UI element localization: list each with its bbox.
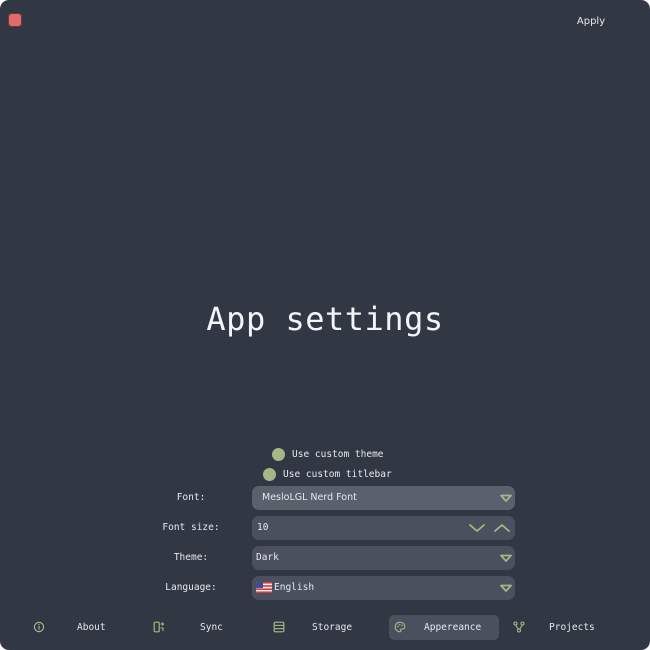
dropdown-triangle-icon [500, 494, 512, 502]
custom-titlebar-label: Use custom titlebar [283, 468, 392, 480]
chevron-down-icon[interactable] [468, 520, 486, 536]
tab-label: Sync [200, 622, 223, 633]
tab-projects[interactable]: Projects [508, 615, 618, 640]
font-value: MesloLGL Nerd Font [262, 492, 357, 503]
toggle-dot-icon [263, 467, 276, 481]
language-value: English [274, 582, 315, 593]
font-size-label: Font size: [162, 522, 220, 533]
sync-icon [153, 621, 165, 633]
page-title: App settings [206, 300, 444, 338]
info-icon [33, 621, 45, 633]
toggle-dot-icon [272, 447, 285, 461]
us-flag-icon [256, 582, 272, 593]
tab-label: Projects [549, 622, 595, 633]
tab-label: Storage [312, 622, 353, 633]
custom-theme-toggle[interactable]: Use custom theme [272, 447, 384, 461]
tab-label: Appereance [424, 622, 482, 633]
language-label: Language: [165, 582, 217, 593]
palette-icon [394, 621, 406, 633]
storage-icon [273, 621, 285, 633]
chevron-up-icon[interactable] [493, 520, 511, 536]
tab-about[interactable]: About [28, 615, 128, 640]
custom-titlebar-toggle[interactable]: Use custom titlebar [263, 467, 392, 481]
custom-theme-label: Use custom theme [292, 448, 384, 460]
theme-label: Theme: [173, 552, 209, 563]
dropdown-triangle-icon [500, 554, 512, 562]
tab-label: About [77, 622, 106, 633]
close-icon[interactable] [8, 13, 22, 27]
dropdown-triangle-icon [500, 584, 512, 592]
font-size-stepper[interactable]: 10 [252, 516, 515, 540]
theme-select[interactable]: Dark [252, 546, 515, 570]
theme-value: Dark [256, 552, 279, 563]
tab-appereance[interactable]: Appereance [389, 615, 499, 640]
language-select[interactable]: English [252, 576, 515, 600]
font-label: Font: [176, 492, 206, 503]
branch-icon [513, 621, 525, 633]
font-select[interactable]: MesloLGL Nerd Font [252, 486, 515, 510]
tab-sync[interactable]: Sync [148, 615, 248, 640]
font-size-value: 10 [257, 522, 269, 533]
apply-button[interactable]: Apply [572, 13, 610, 31]
settings-window: Apply App settings Use custom theme Use … [0, 0, 650, 650]
tab-storage[interactable]: Storage [268, 615, 378, 640]
